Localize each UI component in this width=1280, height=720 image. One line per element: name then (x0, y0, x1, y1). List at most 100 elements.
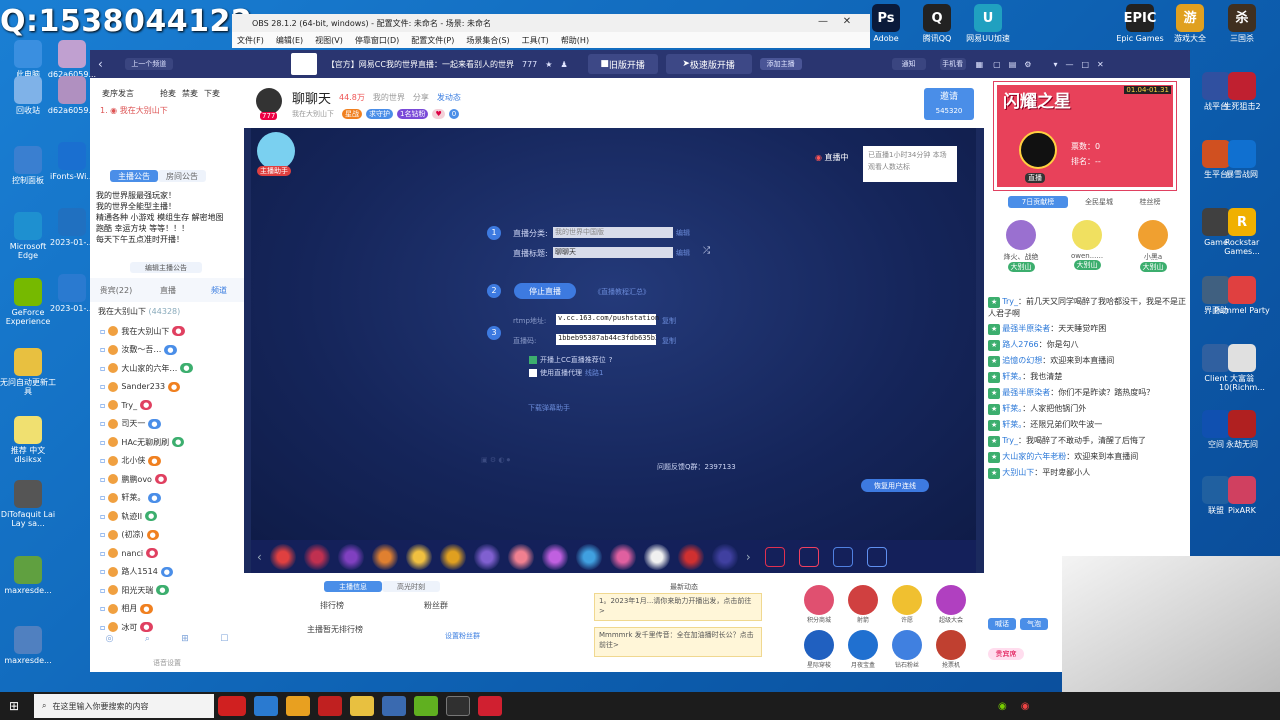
chat-username[interactable]: 轩莱。 (1002, 404, 1022, 413)
tool-icon[interactable] (764, 546, 785, 567)
chat-message[interactable]: ★ 路人2766：你是勾八 (984, 337, 1190, 353)
proxy-checkbox[interactable] (529, 369, 537, 377)
add-anchor-button[interactable]: 添加主播 (759, 58, 802, 70)
chat-message[interactable]: ★ 追憶の幻想：欢迎来到本直播间 (984, 353, 1190, 369)
mic-tab[interactable]: 麦序发言 (102, 88, 134, 99)
gift-item[interactable] (575, 543, 602, 570)
taskbar-cc-icon[interactable] (478, 696, 502, 716)
chat-message[interactable]: ★ 轩莱。：人家把他锅门外 (984, 401, 1190, 417)
tray-icon-2[interactable]: ◉ (1021, 701, 1030, 712)
edit-announce-button[interactable]: 编辑主播公告 (130, 262, 202, 273)
taskbar-folder-icon[interactable] (350, 696, 374, 716)
taskbar-obs-icon[interactable] (446, 696, 470, 716)
notice-button[interactable]: 通知 (891, 58, 926, 70)
anchor-avatar[interactable] (256, 88, 282, 114)
obs-menu-item[interactable]: 文件(F) (237, 35, 264, 46)
search-icon[interactable]: ⌕ (145, 634, 150, 644)
title-input[interactable]: 聊聊天 (553, 247, 673, 258)
taskbar-app-3-icon[interactable] (382, 696, 406, 716)
category-edit-link[interactable]: 编辑 (676, 228, 690, 238)
chat-username[interactable]: Try_ (1002, 297, 1018, 306)
gift-item[interactable] (405, 543, 432, 570)
top-fan[interactable]: owen...... 大别山 (1057, 214, 1117, 290)
grid-icon[interactable]: ▦ (976, 60, 984, 69)
tab-highlights[interactable]: 高光时刻 (382, 581, 440, 592)
activity-item[interactable]: 超级大会 (932, 585, 970, 624)
tab-room-announce[interactable]: 房间公告 (158, 170, 206, 182)
obs-window[interactable]: OBS 28.1.2 (64-bit, windows) - 配置文件: 未命名… (232, 14, 870, 48)
settings-icon[interactable]: ⚙ (1024, 60, 1031, 69)
chat-message[interactable]: ★ Try_：我喝醉了不敢动手，清醒了后悔了 (984, 433, 1190, 449)
tab-star-city[interactable]: 全民星城 (1074, 196, 1124, 208)
top-fan[interactable]: 小黑a 大别山 (1123, 214, 1183, 290)
chat-username[interactable]: 追憶の幻想 (1002, 356, 1042, 365)
gift-item[interactable] (337, 543, 364, 570)
obs-menu-item[interactable]: 帮助(H) (561, 35, 589, 46)
taskbar-chrome-icon[interactable] (286, 696, 310, 716)
obs-menu-item[interactable]: 场景集合(S) (466, 35, 509, 46)
windows-start-icon[interactable]: ⊞ (0, 699, 28, 713)
tab-anchor-info[interactable]: 主播信息 (324, 581, 382, 592)
help-icon[interactable]: ? (609, 356, 613, 364)
activity-item[interactable]: 抢票机 (932, 630, 970, 669)
badge-star[interactable]: 星战 (342, 109, 362, 119)
taskbar-app-4-icon[interactable] (414, 696, 438, 716)
activity-item[interactable]: 积分商城 (800, 585, 838, 624)
badge-count[interactable]: 0 (448, 109, 460, 119)
desktop-icon[interactable]: Pummel Party (1214, 276, 1270, 315)
dropdown-icon[interactable]: ▾ (1053, 60, 1057, 69)
close-icon[interactable]: ✕ (836, 16, 858, 27)
desktop-icon[interactable]: maxresde... (0, 626, 56, 665)
desktop-icon[interactable]: iFonts-Wi... (44, 142, 100, 181)
user-row[interactable]: ▫ 司天一 ● (90, 415, 244, 434)
star-icon[interactable]: ★ (545, 60, 552, 69)
top-fan[interactable]: 烽火、战绝 大别山 (991, 214, 1051, 290)
user-row[interactable]: ▫ 我在大别山下 ● (90, 322, 244, 341)
chat-username[interactable]: 轩莱。 (1002, 420, 1022, 429)
bubble-button[interactable]: 气泡 (1020, 618, 1048, 630)
user-row[interactable]: ▫ 轨迹II ● (90, 507, 244, 526)
mic-tab[interactable]: 禁麦 (182, 88, 198, 99)
user-row[interactable]: ▫ 相月 ● (90, 600, 244, 619)
title-edit-link[interactable]: 编辑 (676, 248, 690, 258)
desktop-icon[interactable]: 2023-01-... (44, 274, 100, 313)
minimize-icon[interactable]: — (1065, 60, 1073, 69)
activity-item[interactable]: 射箭 (844, 585, 882, 624)
shuffle-icon[interactable]: ⤮ (703, 246, 710, 256)
obs-menu-item[interactable]: 停靠窗口(D) (355, 35, 399, 46)
desktop-icon[interactable]: 无问自动更新工具 (0, 348, 56, 396)
old-live-button[interactable]: ■ 旧版开播 (587, 54, 658, 74)
voice-settings[interactable]: 语音设置 (90, 658, 244, 668)
chat-message[interactable]: ★ 大山家的六年老粉：欢迎来到本直播间 (984, 449, 1190, 465)
taskbar-edge-icon[interactable] (254, 696, 278, 716)
activity-item[interactable]: 钻石粉丝 (888, 630, 926, 669)
desktop-icon[interactable]: PixARK (1214, 476, 1270, 515)
desktop-icon[interactable]: 暴雪战网 (1214, 140, 1270, 179)
obs-menu-item[interactable]: 配置文件(P) (411, 35, 454, 46)
user-row[interactable]: ▫ (初凉) ● (90, 526, 244, 545)
desktop-icon[interactable]: 大富翁10(Richm... (1214, 344, 1270, 392)
taskbar-app-1[interactable] (218, 696, 246, 716)
news-item-2[interactable]: Mmmmrk 发千里传音：全在加油播时长公？点击前往> (594, 627, 762, 657)
recommend-checkbox[interactable] (529, 356, 537, 364)
desktop-icon[interactable]: DiTofaquit Lai Lay sa... (0, 480, 56, 528)
badge-guard[interactable]: 求守护 (366, 109, 393, 119)
user-row[interactable]: ▫ 阳光天瑞 ● (90, 581, 244, 600)
dock-icon[interactable]: ▤ (1009, 60, 1017, 69)
badge-heart[interactable]: ♥ (432, 109, 445, 119)
copy-stream-link[interactable]: 复制 (662, 336, 676, 346)
desktop-icon[interactable]: 游游戏大全 (1162, 4, 1218, 43)
gift-item[interactable] (371, 543, 398, 570)
user-row[interactable]: ▫ nanci ● (90, 544, 244, 563)
user-row[interactable]: ▫ 路人1514 ● (90, 563, 244, 582)
user-row[interactable]: ▫ 北小侠 ● (90, 452, 244, 471)
user-row[interactable]: ▫ 鹏鹏ovo ● (90, 470, 244, 489)
vip-seat-button[interactable]: 贵宾席 (988, 648, 1024, 660)
chat-username[interactable]: 大山家的六年老粉 (1002, 452, 1066, 461)
invite-button[interactable]: 邀请 545320 (924, 88, 974, 120)
assistant-mascot[interactable] (257, 132, 295, 170)
recommend-option[interactable]: 开播上CC直播推荐位? (529, 355, 613, 365)
gift-item[interactable] (677, 543, 704, 570)
tab-live[interactable]: 直播 (142, 285, 194, 296)
gift-item[interactable] (541, 543, 568, 570)
